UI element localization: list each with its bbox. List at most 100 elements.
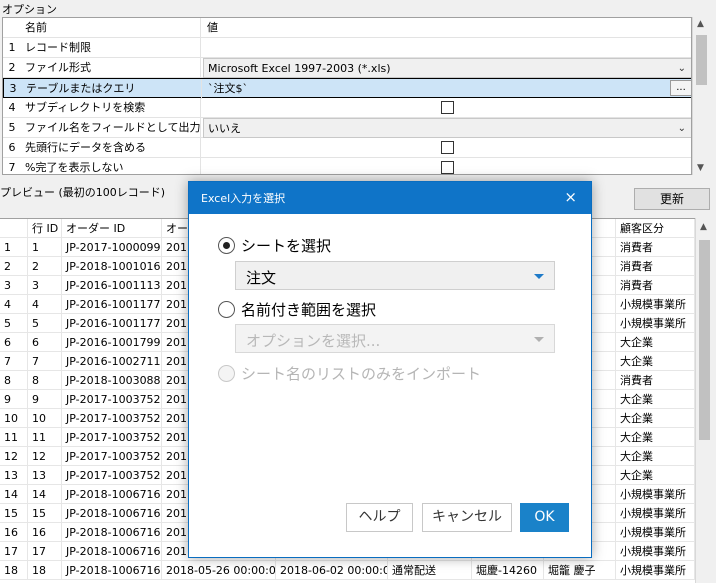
table-cell: 17: [0, 542, 28, 561]
table-cell: JP-2017-1003752: [62, 428, 162, 447]
table-cell: 9: [0, 390, 28, 409]
select-sheet-label[interactable]: シートを選択: [241, 235, 331, 256]
table-cell: 6: [28, 333, 62, 352]
range-select: オプションを選択...: [235, 324, 555, 353]
scroll-thumb[interactable]: [696, 35, 707, 85]
table-cell: 大企業: [616, 333, 695, 352]
options-title: オプション: [2, 3, 57, 16]
column-header-segment[interactable]: 顧客区分: [616, 219, 695, 238]
table-cell: 消費者: [616, 371, 695, 390]
first-row-data-checkbox[interactable]: [441, 141, 454, 154]
ok-button[interactable]: OK: [520, 503, 569, 532]
filename-field-select[interactable]: いいえ ⌄: [203, 118, 691, 138]
table-cell: 7: [28, 352, 62, 371]
table-cell: 大企業: [616, 409, 695, 428]
table-cell: 2018-05-26 00:00:00: [162, 561, 276, 580]
table-cell: 堀慶-14260: [472, 561, 544, 580]
table-cell: 2018-06-02 00:00:00: [276, 561, 388, 580]
table-cell: 15: [28, 504, 62, 523]
table-cell: 消費者: [616, 276, 695, 295]
table-cell: JP-2017-1003752: [62, 390, 162, 409]
scroll-thumb[interactable]: [699, 240, 710, 440]
close-icon[interactable]: ×: [564, 188, 577, 206]
column-header-row-id[interactable]: 行 ID: [28, 219, 62, 238]
table-cell: 15: [0, 504, 28, 523]
table-row[interactable]: 18 18 JP-2018-1006716 2018-05-26 00:00:00 20…: [0, 561, 695, 580]
table-cell: 16: [0, 523, 28, 542]
table-cell: 大企業: [616, 466, 695, 485]
cancel-button[interactable]: キャンセル: [422, 503, 512, 532]
excel-input-dialog: Excel入力を選択 × シートを選択 注文 名前付き範囲を選択 オプションを選…: [188, 181, 592, 558]
scroll-down-icon[interactable]: ▼: [697, 163, 704, 173]
table-cell: JP-2018-1003088: [62, 371, 162, 390]
table-cell: 小規模事業所: [616, 504, 695, 523]
table-cell: JP-2017-1000099: [62, 238, 162, 257]
chevron-down-icon: ⌄: [677, 63, 686, 74]
table-cell: 消費者: [616, 257, 695, 276]
select-range-label[interactable]: 名前付き範囲を選択: [241, 299, 376, 320]
options-header: 名前 値: [3, 18, 691, 38]
preview-scrollbar[interactable]: ▲: [695, 218, 712, 583]
table-cell: 7: [0, 352, 28, 371]
option-row-first-row-data[interactable]: 6 先頭行にデータを含める: [3, 138, 691, 158]
option-row-file-format[interactable]: 2 ファイル形式 Microsoft Excel 1997-2003 (*.xl…: [3, 58, 691, 78]
browse-button[interactable]: ...: [670, 80, 691, 96]
table-cell: JP-2017-1003752: [62, 466, 162, 485]
select-sheet-radio[interactable]: [218, 237, 235, 254]
table-cell: 大企業: [616, 390, 695, 409]
table-cell: 6: [0, 333, 28, 352]
table-cell: JP-2016-1001177: [62, 314, 162, 333]
dialog-header: Excel入力を選択 ×: [189, 182, 591, 214]
table-cell: JP-2018-1006716: [62, 485, 162, 504]
table-cell: 12: [28, 447, 62, 466]
table-cell: 小規模事業所: [616, 561, 695, 580]
table-cell: 通常配送: [388, 561, 472, 580]
record-limit-input[interactable]: [203, 38, 691, 58]
table-cell: 5: [28, 314, 62, 333]
hide-progress-checkbox[interactable]: [441, 161, 454, 174]
search-subdir-checkbox[interactable]: [441, 101, 454, 114]
table-cell: JP-2018-1006716: [62, 523, 162, 542]
table-cell: 1: [0, 238, 28, 257]
table-cell: JP-2017-1003752: [62, 447, 162, 466]
table-cell: JP-2018-1006716: [62, 542, 162, 561]
options-scrollbar[interactable]: ▲ ▼: [692, 17, 709, 175]
table-cell: 大企業: [616, 428, 695, 447]
table-cell: JP-2018-1006716: [62, 561, 162, 580]
dialog-title: Excel入力を選択: [201, 192, 286, 205]
table-cell: 小規模事業所: [616, 295, 695, 314]
scroll-up-icon[interactable]: ▲: [697, 19, 704, 29]
table-cell: 小規模事業所: [616, 542, 695, 561]
table-cell: 8: [28, 371, 62, 390]
table-cell: 17: [28, 542, 62, 561]
options-header-name: 名前: [23, 18, 201, 38]
table-cell: JP-2017-1003752: [62, 409, 162, 428]
chevron-down-icon: [534, 337, 544, 342]
table-cell: 3: [0, 276, 28, 295]
table-cell: 2: [0, 257, 28, 276]
update-button[interactable]: 更新: [634, 188, 710, 210]
option-row-hide-progress[interactable]: 7 %完了を表示しない: [3, 158, 691, 174]
options-header-value: 値: [207, 21, 218, 34]
option-row-record-limit[interactable]: 1 レコード制限: [3, 38, 691, 58]
table-cell: 13: [0, 466, 28, 485]
column-header-order-id[interactable]: オーダー ID: [62, 219, 162, 238]
table-cell: JP-2016-1001177: [62, 295, 162, 314]
select-range-radio[interactable]: [218, 301, 235, 318]
help-button[interactable]: ヘルプ: [346, 503, 413, 532]
option-row-filename-field[interactable]: 5 ファイル名をフィールドとして出力す... いいえ ⌄: [3, 118, 691, 138]
table-cell: 16: [28, 523, 62, 542]
option-row-table-query[interactable]: 3 テーブルまたはクエリ `注文$` ...: [3, 78, 691, 99]
table-cell: 消費者: [616, 238, 695, 257]
table-cell: 4: [0, 295, 28, 314]
table-cell: 小規模事業所: [616, 523, 695, 542]
table-cell: 3: [28, 276, 62, 295]
sheet-select[interactable]: 注文: [235, 261, 555, 290]
table-cell: JP-2016-1001799: [62, 333, 162, 352]
option-row-search-subdir[interactable]: 4 サブディレクトリを検索: [3, 98, 691, 118]
file-format-select[interactable]: Microsoft Excel 1997-2003 (*.xls) ⌄: [203, 58, 691, 78]
table-cell: 大企業: [616, 352, 695, 371]
table-cell: JP-2018-1001016: [62, 257, 162, 276]
table-query-input[interactable]: `注文$` ...: [204, 79, 691, 99]
scroll-up-icon[interactable]: ▲: [700, 222, 707, 232]
